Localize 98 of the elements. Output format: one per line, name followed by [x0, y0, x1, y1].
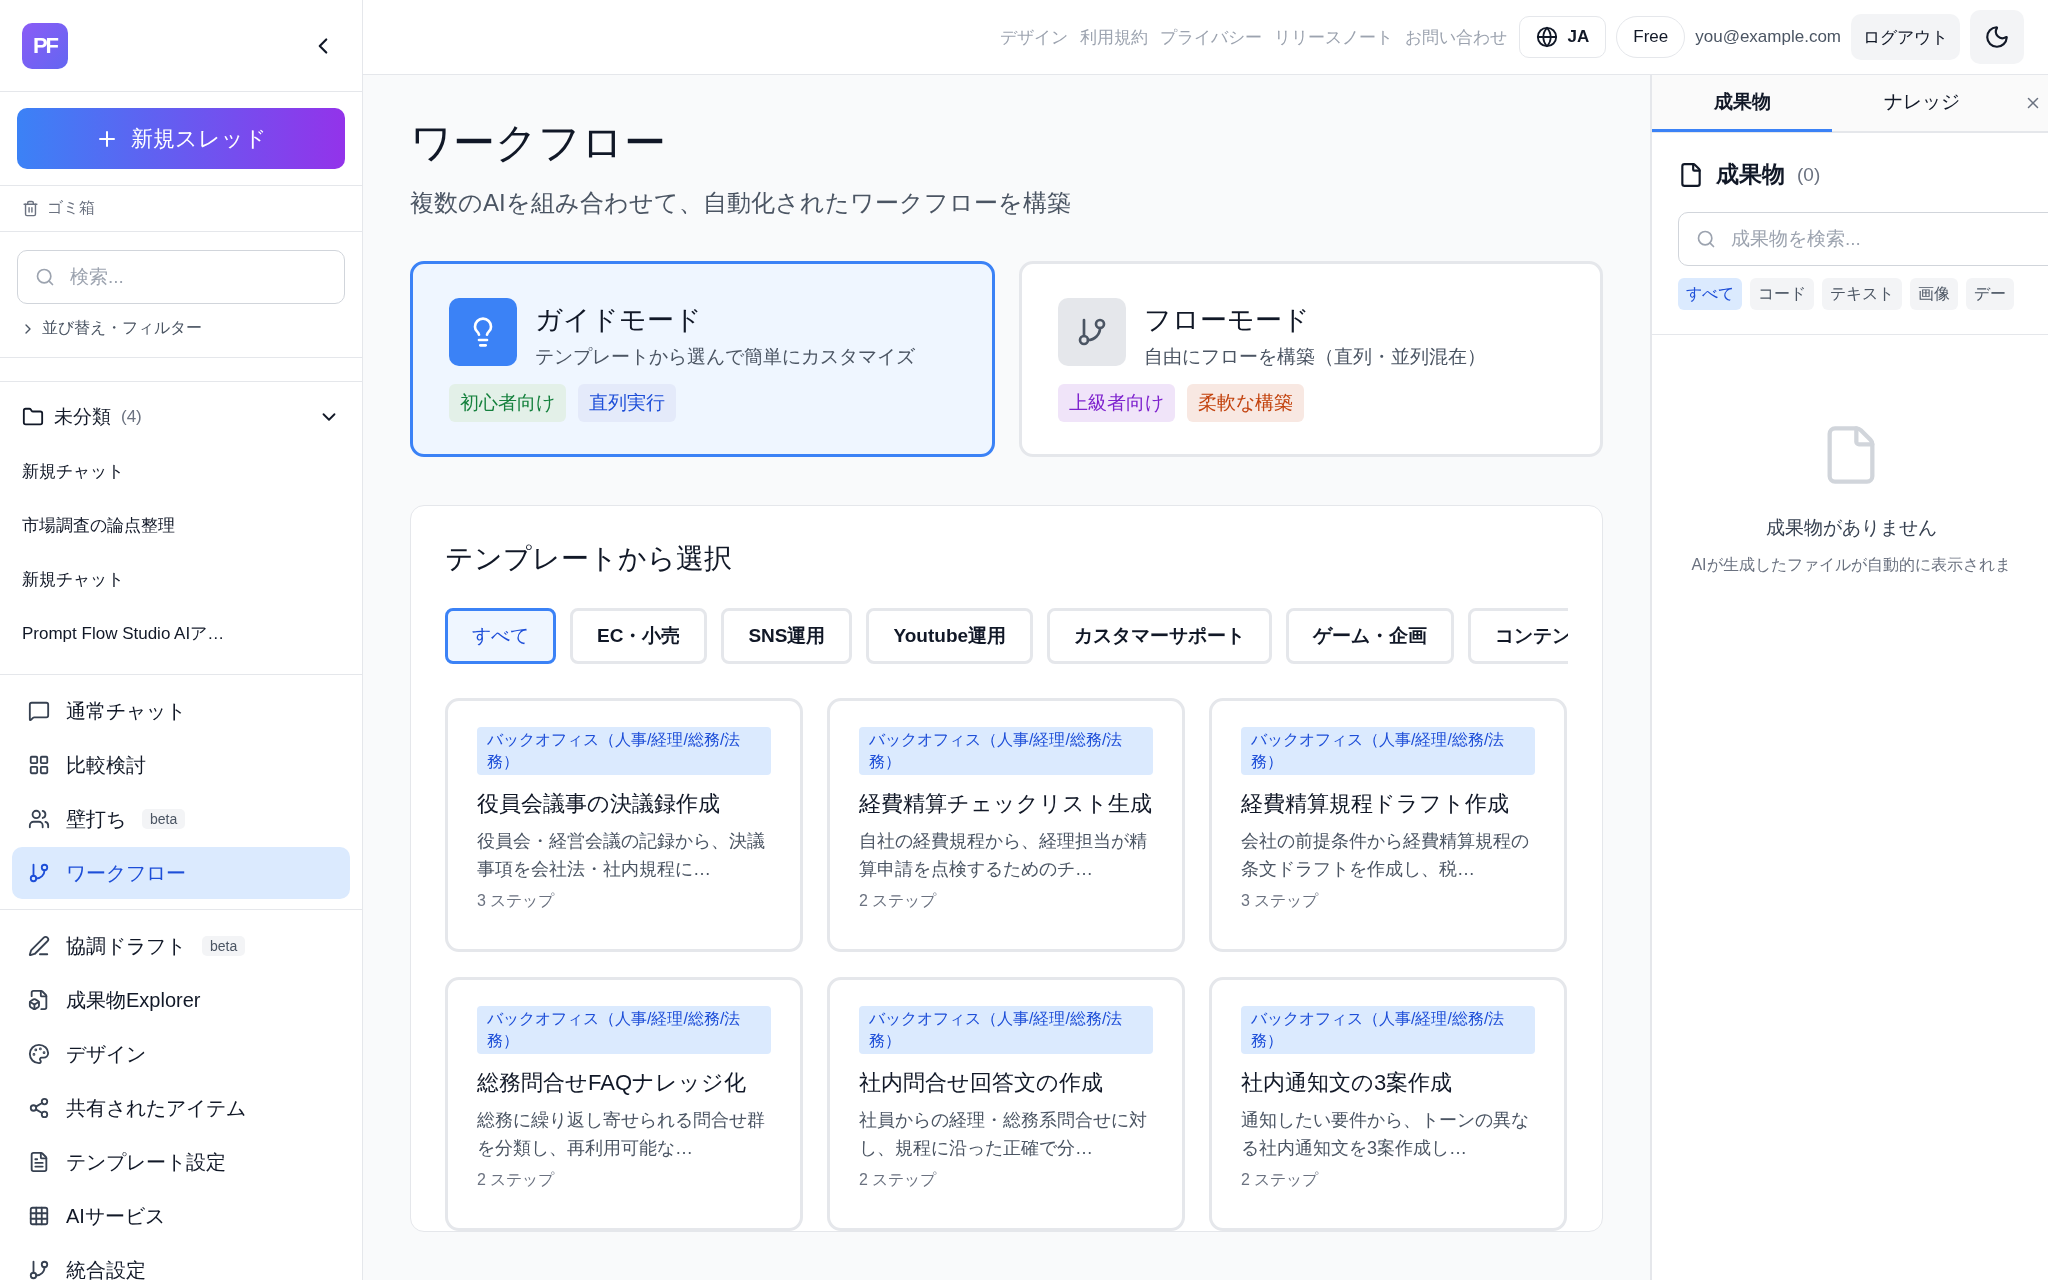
template-card[interactable]: バックオフィス（人事/経理/総務/法務） 社内通知文の3案作成 通知したい要件から、トーンの異なる社内通知文を3案作成し… 2 ステップ — [1209, 977, 1567, 1231]
nav-item[interactable]: ワークフロー — [12, 847, 350, 899]
empty-title: 成果物がありません — [1765, 516, 1937, 540]
template-card[interactable]: バックオフィス（人事/経理/総務/法務） 役員会議事の決議録作成 役員会・経営会議の記録から、決議事項を会社法・社内規程に… 3 ステップ — [445, 698, 803, 952]
trash-icon — [22, 200, 39, 217]
folder-icon — [22, 406, 44, 428]
language-button[interactable]: JA — [1518, 16, 1607, 58]
template-description: 総務に繰り返し寄せられる問合せ群を分類し、再利用可能な… — [477, 1109, 766, 1160]
filter-chip[interactable]: デー — [1966, 278, 2014, 310]
folder-count: (4) — [121, 407, 142, 427]
filter-chip[interactable]: テキスト — [1822, 278, 1902, 310]
nav-item[interactable]: 壁打ち beta — [12, 793, 350, 845]
globe-icon — [1535, 26, 1558, 48]
category-tab[interactable]: カスタマーサポート — [1047, 608, 1273, 664]
template-description: 会社の前提条件から経費精算規程の条文ドラフトを作成し、税… — [1241, 830, 1530, 881]
thread-item[interactable]: Prompt Flow Studio AIア… — [0, 606, 362, 660]
nav-item[interactable]: 成果物Explorer — [12, 974, 350, 1026]
nav-item[interactable]: 共有されたアイテム — [12, 1082, 350, 1134]
nav-item[interactable]: 比較検討 — [12, 739, 350, 791]
panel-tab[interactable]: ナレッジ — [1832, 75, 2012, 132]
sort-filter-toggle[interactable]: 並び替え・フィルター — [0, 312, 362, 358]
template-title: 社内通知文の3案作成 — [1241, 1069, 1454, 1097]
category-badge: バックオフィス（人事/経理/総務/法務） — [477, 727, 771, 775]
step-count: 2 ステップ — [859, 891, 938, 911]
template-card[interactable]: バックオフィス（人事/経理/総務/法務） 総務問合せFAQナレッジ化 総務に繰り返し寄せられる問合せ群を分類し、再利用可能な… 2 ステップ — [445, 977, 803, 1231]
logout-button[interactable]: ログアウト — [1851, 14, 1960, 60]
mode-title: ガイドモード — [535, 304, 703, 337]
template-title: 経費精算チェックリスト生成 — [859, 790, 1153, 818]
thread-item[interactable]: 新規チャット — [0, 444, 362, 498]
thread-item[interactable]: 市場調査の論点整理 — [0, 498, 362, 552]
category-tab[interactable]: すべて — [445, 608, 556, 664]
page-subtitle: 複数のAIを組み合わせて、自動化されたワークフローを構築 — [410, 188, 1072, 218]
template-description: 社員からの経理・総務系問合せに対し、規程に沿った正確で分… — [859, 1109, 1148, 1160]
nav-item[interactable]: 統合設定 — [12, 1244, 350, 1280]
beta-badge: beta — [202, 936, 246, 956]
step-count: 2 ステップ — [1241, 1170, 1320, 1190]
new-thread-button[interactable]: 新規スレッド — [17, 108, 345, 169]
artifact-count: (0) — [1797, 163, 1821, 186]
nav-item[interactable]: 通常チャット — [12, 685, 350, 737]
category-badge: バックオフィス（人事/経理/総務/法務） — [859, 727, 1153, 775]
mode-tag: 直列実行 — [578, 384, 676, 422]
mode-description: 自由にフローを構築（直列・並列混在） — [1143, 345, 1486, 369]
folder-name: 未分類 — [54, 405, 111, 429]
panel-heading: 成果物 — [1716, 160, 1785, 189]
template-card[interactable]: バックオフィス（人事/経理/総務/法務） 経費精算規程ドラフト作成 会社の前提条件から経費精算規程の条文ドラフトを作成し、税… 3 ステップ — [1209, 698, 1567, 952]
filter-chip[interactable]: 画像 — [1910, 278, 1958, 310]
plan-badge: Free — [1616, 16, 1686, 58]
category-badge: バックオフィス（人事/経理/総務/法務） — [1241, 1006, 1535, 1054]
thread-item[interactable]: 新規チャット — [0, 552, 362, 606]
category-tab[interactable]: EC・小売 — [570, 608, 708, 664]
nav-item[interactable]: テンプレート設定 — [12, 1136, 350, 1188]
category-tab[interactable]: SNS運用 — [721, 608, 853, 664]
mode-title: フローモード — [1143, 304, 1311, 337]
file-icon — [1678, 161, 1704, 188]
step-count: 2 ステップ — [477, 1170, 556, 1190]
template-title: 経費精算規程ドラフト作成 — [1241, 790, 1510, 818]
nav-item[interactable]: デザイン — [12, 1028, 350, 1080]
template-title: 役員会議事の決議録作成 — [477, 790, 721, 818]
panel-tab[interactable]: 成果物 — [1652, 75, 1832, 132]
beta-badge: beta — [142, 809, 186, 829]
template-description: 役員会・経営会議の記録から、決議事項を会社法・社内規程に… — [477, 830, 766, 881]
mode-tag: 柔軟な構築 — [1186, 384, 1304, 422]
category-tab[interactable]: Youtube運用 — [866, 608, 1034, 664]
mode-tag: 初心者向け — [449, 384, 566, 422]
empty-text: AIが生成したファイルが自動的に表示されま — [1691, 555, 2011, 575]
category-badge: バックオフィス（人事/経理/総務/法務） — [859, 1006, 1153, 1054]
mode-card[interactable]: フローモード 自由にフローを構築（直列・並列混在） 上級者向け 柔軟な構築 — [1018, 261, 1603, 457]
artifact-search-field[interactable]: 成果物を検索... — [1678, 212, 2048, 266]
page-title: ワークフロー — [410, 118, 667, 168]
nav-item[interactable]: AIサービス — [12, 1190, 350, 1242]
category-tab[interactable]: ゲーム・企画 — [1286, 608, 1455, 664]
trash-button[interactable]: ゴミ箱 — [0, 185, 362, 232]
nav-item[interactable]: 協調ドラフト beta — [12, 920, 350, 972]
search-field[interactable]: 検索... — [17, 250, 345, 304]
category-badge: バックオフィス（人事/経理/総務/法務） — [477, 1006, 771, 1054]
branch-icon — [1057, 298, 1126, 366]
category-badge: バックオフィス（人事/経理/総務/法務） — [1241, 727, 1535, 775]
step-count: 2 ステップ — [859, 1170, 938, 1190]
template-description: 通知したい要件から、トーンの異なる社内通知文を3案作成し… — [1241, 1109, 1530, 1160]
app-logo[interactable]: PF — [22, 22, 68, 69]
filter-chip[interactable]: コード — [1750, 278, 1814, 310]
step-count: 3 ステップ — [477, 891, 556, 911]
template-title: 社内問合せ回答文の作成 — [859, 1069, 1104, 1097]
mode-tag: 上級者向け — [1057, 384, 1175, 422]
filter-chip[interactable]: すべて — [1678, 278, 1742, 310]
mode-card[interactable]: ガイドモード テンプレートから選んで簡単にカスタマイズ 初心者向け 直列実行 — [410, 261, 995, 457]
template-card[interactable]: バックオフィス（人事/経理/総務/法務） 経費精算チェックリスト生成 自社の経費規程から、経理担当が精算申請を点検するためのチ… 2 ステップ — [827, 698, 1185, 952]
template-description: 自社の経費規程から、経理担当が精算申請を点検するためのチ… — [859, 830, 1148, 881]
user-email: you@example.com — [1695, 27, 1841, 47]
lightbulb-icon — [449, 298, 517, 366]
folder-row[interactable]: 未分類 (4) — [0, 382, 362, 444]
template-title: 総務問合せFAQナレッジ化 — [477, 1069, 747, 1097]
template-card[interactable]: バックオフィス（人事/経理/総務/法務） 社内問合せ回答文の作成 社員からの経理・総務系問合せに対し、規程に沿った正確で分… 2 ステップ — [827, 977, 1185, 1231]
section-title: テンプレートから選択 — [445, 542, 733, 576]
moon-icon — [1984, 24, 2010, 50]
theme-toggle[interactable] — [1970, 10, 2024, 64]
step-count: 3 ステップ — [1241, 891, 1320, 911]
mode-description: テンプレートから選んで簡単にカスタマイズ — [535, 345, 915, 369]
